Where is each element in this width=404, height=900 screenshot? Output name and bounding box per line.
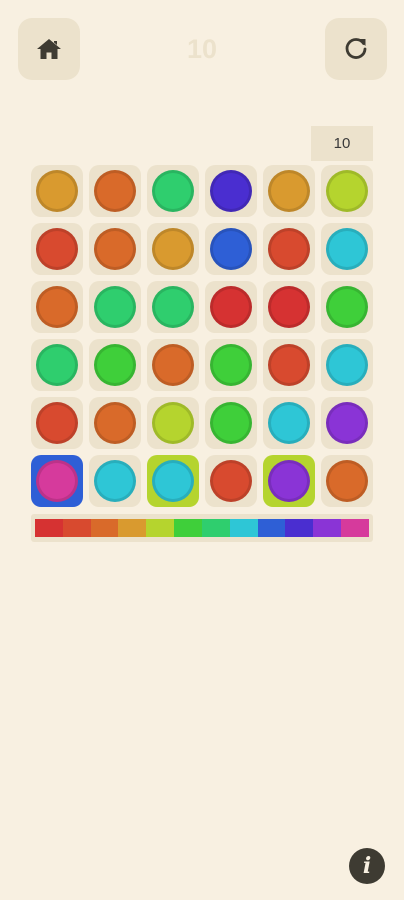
board-cell[interactable] [147, 223, 199, 275]
board-cell[interactable] [205, 223, 257, 275]
board-cell[interactable] [147, 397, 199, 449]
board-cell[interactable] [89, 281, 141, 333]
color-dot [36, 460, 78, 502]
color-dot [36, 286, 78, 328]
color-dot [36, 402, 78, 444]
board-cell[interactable] [321, 281, 373, 333]
board-cell[interactable] [89, 455, 141, 507]
restart-icon [343, 36, 369, 62]
board-cell[interactable] [263, 339, 315, 391]
color-dot [268, 402, 310, 444]
board-cell[interactable] [147, 339, 199, 391]
board-cell[interactable] [321, 165, 373, 217]
color-dot [210, 286, 252, 328]
spectrum-swatch [229, 519, 258, 537]
home-icon [36, 37, 62, 61]
board-cell[interactable] [205, 455, 257, 507]
color-dot [326, 170, 368, 212]
board-cell[interactable] [31, 165, 83, 217]
spectrum-swatch [257, 519, 286, 537]
spectrum-swatch [35, 519, 63, 537]
board-cell[interactable] [31, 223, 83, 275]
color-dot [268, 286, 310, 328]
color-dot [36, 170, 78, 212]
color-dot [210, 344, 252, 386]
board-cell[interactable] [89, 165, 141, 217]
color-dot [36, 344, 78, 386]
color-dot [326, 402, 368, 444]
board-cell[interactable] [31, 455, 83, 507]
info-icon: i [362, 853, 372, 879]
board-cell[interactable] [263, 455, 315, 507]
color-dot [152, 460, 194, 502]
restart-button[interactable] [325, 18, 387, 80]
board-cell[interactable] [321, 339, 373, 391]
home-button[interactable] [18, 18, 80, 80]
board-cell[interactable] [263, 281, 315, 333]
color-dot [152, 344, 194, 386]
game-board [31, 165, 373, 507]
color-dot [326, 460, 368, 502]
color-dot [326, 344, 368, 386]
color-dot [326, 228, 368, 270]
color-dot [268, 170, 310, 212]
spectrum-swatch [146, 519, 175, 537]
board-cell[interactable] [205, 397, 257, 449]
color-dot [94, 228, 136, 270]
spectrum-swatch [285, 519, 314, 537]
color-dot [210, 402, 252, 444]
color-dot [94, 170, 136, 212]
board-cell[interactable] [147, 455, 199, 507]
board-cell[interactable] [263, 165, 315, 217]
spectrum-swatch [62, 519, 91, 537]
color-dot [94, 460, 136, 502]
board-cell[interactable] [89, 339, 141, 391]
target-counter: 10 [311, 126, 373, 161]
spectrum-swatch [341, 519, 369, 537]
color-dot [210, 228, 252, 270]
spectrum-swatch [174, 519, 202, 537]
info-button[interactable]: i [349, 848, 385, 884]
spectrum-swatch [313, 519, 342, 537]
board-cell[interactable] [31, 397, 83, 449]
color-spectrum-bar [31, 514, 373, 542]
spectrum-swatch [90, 519, 119, 537]
board-cell[interactable] [31, 339, 83, 391]
color-dot [268, 228, 310, 270]
spectrum-swatch [118, 519, 147, 537]
board-cell[interactable] [321, 455, 373, 507]
color-dot [268, 344, 310, 386]
color-dot [152, 228, 194, 270]
board-cell[interactable] [263, 397, 315, 449]
color-dot [94, 344, 136, 386]
color-dot [210, 460, 252, 502]
color-dot [152, 402, 194, 444]
board-cell[interactable] [263, 223, 315, 275]
color-dot [152, 286, 194, 328]
color-dot [36, 228, 78, 270]
board-cell[interactable] [147, 165, 199, 217]
color-dot [268, 460, 310, 502]
color-dot [94, 286, 136, 328]
color-dot [94, 402, 136, 444]
color-dot [210, 170, 252, 212]
board-cell[interactable] [321, 223, 373, 275]
board-cell[interactable] [147, 281, 199, 333]
moves-counter: 10 [186, 34, 218, 64]
board-cell[interactable] [321, 397, 373, 449]
color-dot [152, 170, 194, 212]
board-cell[interactable] [31, 281, 83, 333]
board-cell[interactable] [205, 339, 257, 391]
board-cell[interactable] [89, 397, 141, 449]
spectrum-swatch [201, 519, 230, 537]
board-cell[interactable] [89, 223, 141, 275]
board-cell[interactable] [205, 281, 257, 333]
board-cell[interactable] [205, 165, 257, 217]
color-dot [326, 286, 368, 328]
